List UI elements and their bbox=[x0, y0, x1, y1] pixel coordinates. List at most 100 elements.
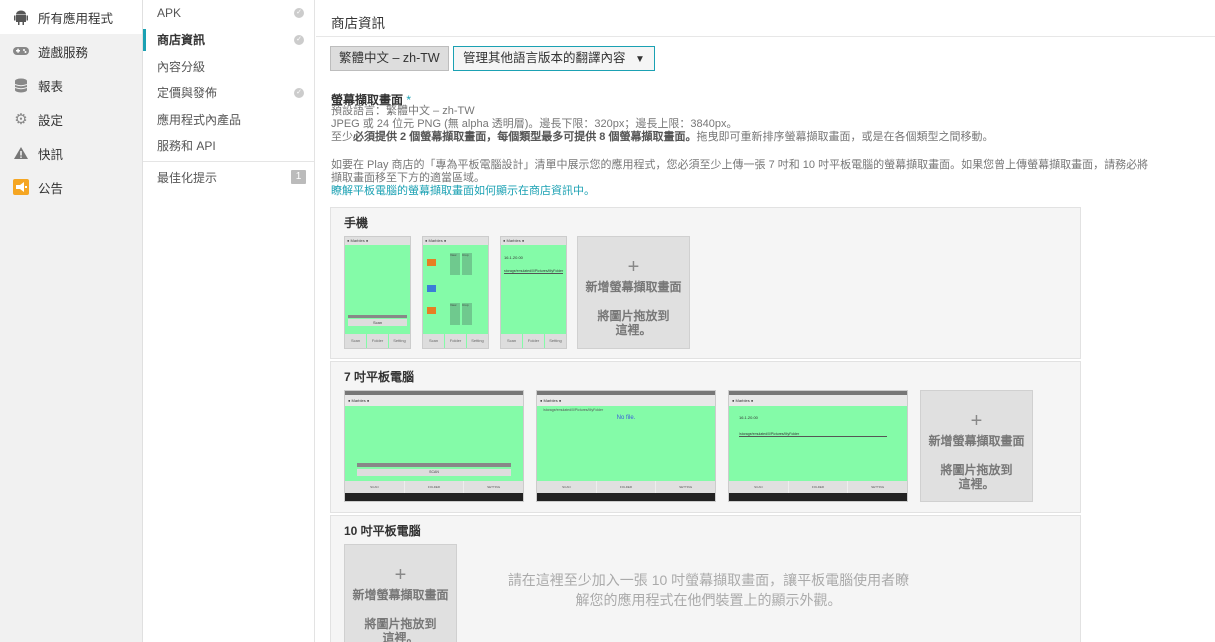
bottom-tab: SETTING bbox=[656, 481, 716, 493]
nav-label: 所有應用程式 bbox=[38, 11, 114, 26]
tablet7-screenshot-1[interactable]: ● Marbles ● SCAN SCAN FOLDER SETTING bbox=[344, 390, 524, 502]
nav-label: 遊戲服務 bbox=[38, 45, 89, 60]
divider bbox=[143, 161, 314, 162]
subnav-item-pricing[interactable]: 定價與發佈 ✓ bbox=[143, 80, 314, 107]
check-circle-icon: ✓ bbox=[294, 87, 304, 98]
add-subtitle: 將圖片拖放到這裡。 bbox=[597, 309, 670, 337]
add-subtitle: 將圖片拖放到這裡。 bbox=[940, 463, 1013, 491]
app-screen: SCAN bbox=[345, 406, 523, 481]
page-title: 商店資訊 bbox=[331, 16, 385, 31]
bottom-tab: Folder bbox=[367, 334, 388, 348]
nav-label: 快訊 bbox=[38, 147, 64, 162]
system-nav-bar bbox=[345, 493, 523, 501]
tablet-info-text-2: 擷取畫面移至下方的適當區域。 bbox=[331, 172, 485, 184]
plus-icon: + bbox=[970, 410, 983, 432]
app-name: ● Marbles ● bbox=[348, 398, 370, 403]
app-bar: ● Marbles ● bbox=[537, 395, 715, 406]
check-circle-icon: ✓ bbox=[294, 8, 304, 18]
warning-icon bbox=[12, 145, 30, 161]
min-prefix: 至少 bbox=[331, 131, 353, 143]
subnav-label: 定價與發佈 bbox=[157, 86, 218, 101]
scan-label: SCAN bbox=[357, 469, 511, 476]
min-suffix: 拖曳即可重新排序螢幕擷取畫面，或是在各個類型之間移動。 bbox=[696, 131, 994, 143]
check-circle-icon: ✓ bbox=[294, 34, 304, 45]
bottom-bar: Scan Folder Setting bbox=[423, 334, 488, 348]
subnav-label: 服務和 API bbox=[157, 139, 216, 154]
app-screen: /storage/emulated/0/Pictures/MyFolder No… bbox=[537, 406, 715, 481]
nav-game-services[interactable]: 遊戲服務 bbox=[0, 34, 142, 68]
card-title: 10 吋平板電腦 bbox=[344, 524, 421, 538]
app-screen: 16.1.20.00 storage/emulated/0/Pictures/M… bbox=[501, 245, 566, 348]
phone-screenshot-3[interactable]: ● Marbles ● 16.1.20.00 storage/emulated/… bbox=[500, 236, 567, 349]
app-bar: ● Marbles ● bbox=[423, 237, 488, 245]
bottom-tab: SCAN bbox=[537, 481, 596, 493]
bottom-tab: Setting bbox=[389, 334, 410, 348]
chevron-down-icon: ▼ bbox=[635, 54, 645, 65]
bottom-tab: SCAN bbox=[729, 481, 788, 493]
bottom-bar: Scan Folder Setting bbox=[501, 334, 566, 348]
tablet10-hint: 請在這裡至少加入一張 10 吋螢幕擷取畫面，讓平板電腦使用者瞭解您的應用程式在他… bbox=[507, 572, 910, 608]
learn-more-link[interactable]: 瞭解平板電腦的螢幕擷取畫面如何顯示在商店資訊中。 bbox=[331, 185, 595, 198]
megaphone-icon bbox=[12, 179, 30, 195]
bottom-tab: Scan bbox=[501, 334, 522, 348]
subnav-label: 最佳化提示 bbox=[157, 170, 218, 185]
subnav-item-in-app-products[interactable]: 應用程式內產品 bbox=[143, 106, 314, 133]
nav-settings[interactable]: ⚙ 設定 bbox=[0, 102, 142, 136]
tablet10-screenshots-card: 10 吋平板電腦 + 新增螢幕擷取畫面 將圖片拖放到這裡。 請在這裡至少加入一張… bbox=[330, 515, 1081, 642]
thumbnail bbox=[427, 307, 436, 314]
gamepad-icon bbox=[12, 43, 30, 59]
manage-translations-button[interactable]: 管理其他語言版本的翻譯內容 ▼ bbox=[453, 46, 655, 71]
subnav-label: APK bbox=[157, 6, 182, 21]
plus-icon: + bbox=[394, 564, 407, 586]
nav-announcements[interactable]: 公告 bbox=[0, 170, 142, 204]
min-screenshots-text: 至少必須提供 2 個螢幕擷取畫面，每個類型最多可提供 8 個螢幕擷取畫面。拖曳即… bbox=[331, 131, 993, 144]
system-nav-bar bbox=[537, 493, 715, 501]
main-nav: 所有應用程式 遊戲服務 報表 ⚙ 設定 快訊 公告 bbox=[0, 0, 143, 642]
add-screenshot-button[interactable]: + 新增螢幕擷取畫面 將圖片拖放到這裡。 bbox=[577, 236, 690, 349]
app-name: ● Marbles ● bbox=[503, 238, 525, 243]
nav-all-apps[interactable]: 所有應用程式 bbox=[0, 0, 142, 34]
nav-label: 報表 bbox=[38, 79, 64, 94]
date-text: 16.1.20.00 bbox=[504, 255, 523, 260]
system-nav-bar bbox=[729, 493, 907, 501]
add-screenshot-button[interactable]: + 新增螢幕擷取畫面 將圖片拖放到這裡。 bbox=[920, 390, 1033, 502]
phone-screenshot-2[interactable]: ● Marbles ● View Crop View Crop Scan Fold… bbox=[422, 236, 489, 349]
app-screen: View Crop View Crop bbox=[423, 245, 488, 348]
add-title: 新增螢幕擷取畫面 bbox=[928, 434, 1025, 448]
subnav-item-optimization-tips[interactable]: 最佳化提示 1 bbox=[143, 164, 314, 191]
bottom-tab: SETTING bbox=[848, 481, 908, 493]
subnav-item-services-api[interactable]: 服務和 API bbox=[143, 133, 314, 160]
app-name: ● Marbles ● bbox=[425, 238, 447, 243]
phone-screenshot-1[interactable]: ● Marbles ● Scan Scan Folder Setting bbox=[344, 236, 411, 349]
progress-bar bbox=[357, 463, 511, 467]
tablet7-screenshot-2[interactable]: ● Marbles ● /storage/emulated/0/Pictures… bbox=[536, 390, 716, 502]
bottom-bar: Scan Folder Setting bbox=[345, 334, 410, 348]
date-text: 16.1.20.00 bbox=[739, 415, 758, 420]
subnav-label: 內容分級 bbox=[157, 59, 206, 74]
nav-label: 設定 bbox=[38, 113, 64, 128]
card-title: 手機 bbox=[344, 216, 369, 230]
subnav-item-content-rating[interactable]: 內容分級 bbox=[143, 53, 314, 80]
count-badge: 1 bbox=[291, 170, 306, 184]
bottom-tab: FOLDER bbox=[596, 481, 656, 493]
android-icon bbox=[12, 9, 30, 25]
add-screenshot-button[interactable]: + 新增螢幕擷取畫面 將圖片拖放到這裡。 bbox=[344, 544, 457, 642]
app-name: ● Marbles ● bbox=[347, 238, 369, 243]
subnav-item-apk[interactable]: APK ✓ bbox=[143, 0, 314, 27]
nav-reports[interactable]: 報表 bbox=[0, 68, 142, 102]
app-subnav: APK ✓ 商店資訊 ✓ 內容分級 定價與發佈 ✓ 應用程式內產品 服務和 AP… bbox=[143, 0, 315, 642]
folder-thumbnail bbox=[427, 285, 436, 292]
subnav-item-store-listing[interactable]: 商店資訊 ✓ bbox=[143, 27, 314, 54]
app-screen: Scan bbox=[345, 245, 410, 348]
bottom-bar: SCAN FOLDER SETTING bbox=[345, 481, 524, 493]
plus-icon: + bbox=[627, 256, 640, 278]
min-bold: 必須提供 2 個螢幕擷取畫面，每個類型最多可提供 8 個螢幕擷取畫面。 bbox=[353, 131, 697, 143]
main-content: 商店資訊 繁體中文 – zh-TW 管理其他語言版本的翻譯內容 ▼ 螢幕擷取畫面… bbox=[316, 0, 1215, 642]
nav-alerts[interactable]: 快訊 bbox=[0, 136, 142, 170]
default-language-button[interactable]: 繁體中文 – zh-TW bbox=[330, 46, 449, 71]
bottom-tab: FOLDER bbox=[788, 481, 848, 493]
app-name: ● Marbles ● bbox=[732, 398, 754, 403]
tablet7-screenshot-3[interactable]: ● Marbles ● 16.1.20.00 /storage/emulated… bbox=[728, 390, 908, 502]
nav-label: 公告 bbox=[38, 181, 64, 196]
translations-label: 管理其他語言版本的翻譯內容 bbox=[463, 51, 626, 65]
